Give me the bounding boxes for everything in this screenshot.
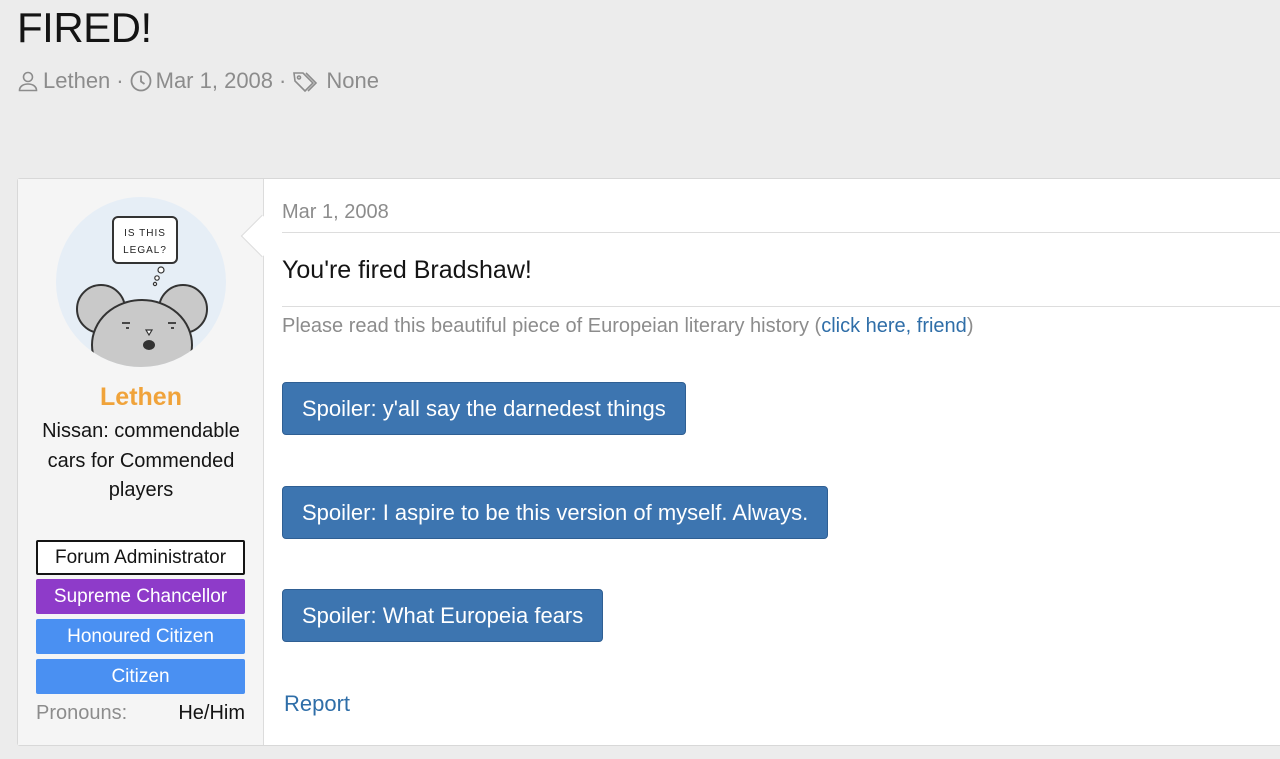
thread-author-link[interactable]: Lethen: [43, 68, 110, 94]
meta-separator: ·: [279, 68, 287, 93]
divider: [282, 306, 1280, 307]
page-title: FIRED!: [17, 4, 152, 51]
avatar-text: LEGAL?: [123, 245, 167, 256]
post-container: IS THIS LEGAL? Lethen Nissan: commendabl…: [17, 178, 1280, 746]
banner-citizen: Citizen: [36, 659, 245, 694]
avatar-text: IS THIS: [124, 228, 166, 239]
post-heading: You're fired Bradshaw!: [282, 256, 532, 284]
divider: [282, 232, 1280, 233]
post-body-text: ): [966, 315, 974, 337]
pronouns-value: He/Him: [178, 702, 245, 724]
avatar[interactable]: IS THIS LEGAL?: [56, 197, 226, 367]
user-info-column: IS THIS LEGAL? Lethen Nissan: commendabl…: [18, 179, 264, 745]
thread-meta: Lethen · Mar 1, 2008 · None: [17, 66, 379, 96]
meta-separator: ·: [116, 68, 124, 93]
banner-supreme-chancellor: Supreme Chancellor: [36, 579, 245, 614]
post-date-link[interactable]: Mar 1, 2008: [282, 201, 389, 224]
thread-tags: None: [326, 68, 379, 93]
post-body: Please read this beautiful piece of Euro…: [282, 315, 973, 338]
clock-icon: [130, 70, 152, 92]
user-title: Nissan: commendable cars for Commended p…: [42, 420, 240, 501]
report-link[interactable]: Report: [284, 691, 350, 717]
literary-history-link[interactable]: click here, friend: [821, 315, 967, 337]
pronouns-label: Pronouns:: [36, 702, 128, 724]
tags-icon: [292, 70, 322, 92]
user-icon: [17, 70, 39, 92]
spoiler-button-europeia-fears[interactable]: Spoiler: What Europeia fears: [282, 589, 604, 642]
post-body-text: Please read this beautiful piece of Euro…: [282, 315, 822, 337]
spoiler-button-darnedest[interactable]: Spoiler: y'all say the darnedest things: [282, 382, 686, 435]
banner-forum-administrator: Forum Administrator: [36, 540, 245, 575]
banner-honoured-citizen: Honoured Citizen: [36, 619, 245, 654]
spoiler-button-aspire[interactable]: Spoiler: I aspire to be this version of …: [282, 486, 829, 539]
username[interactable]: Lethen: [18, 383, 264, 412]
thread-date-link[interactable]: Mar 1, 2008: [156, 68, 273, 94]
